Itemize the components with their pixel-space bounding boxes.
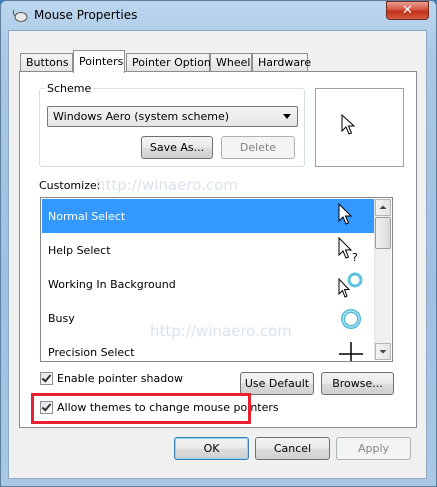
save-as-button[interactable]: Save As...	[141, 136, 213, 159]
annotation-highlight-box	[31, 393, 251, 424]
scheme-label: Scheme	[45, 82, 94, 95]
tab-buttons[interactable]: Buttons	[20, 53, 73, 72]
svg-text:?: ?	[352, 251, 358, 264]
tab-hardware[interactable]: Hardware	[252, 53, 311, 72]
scheme-dropdown-value: Windows Aero (system scheme)	[53, 110, 230, 123]
scheme-dropdown[interactable]: Windows Aero (system scheme)	[47, 106, 298, 127]
list-item-label: Busy	[48, 312, 75, 325]
list-item[interactable]: Help Select ?	[42, 233, 378, 267]
crosshair-cursor-icon	[339, 342, 363, 361]
title-bar[interactable]: Mouse Properties ✕	[0, 0, 435, 30]
list-item[interactable]: Busy	[42, 301, 378, 335]
use-default-button[interactable]: Use Default	[240, 372, 314, 395]
ok-button[interactable]: OK	[174, 437, 249, 460]
pointer-preview	[315, 88, 404, 167]
window-title: Mouse Properties	[34, 8, 138, 22]
cursor-list[interactable]: Normal Select Help Select ? Working In B…	[40, 197, 393, 362]
list-item-label: Working In Background	[48, 278, 176, 291]
customize-label: Customize:	[39, 179, 101, 192]
tab-wheel[interactable]: Wheel	[210, 53, 252, 72]
mouse-icon	[12, 9, 28, 22]
list-item-label: Precision Select	[48, 346, 135, 359]
chevron-up-icon	[379, 205, 387, 209]
list-item-label: Normal Select	[48, 210, 126, 223]
busy-cursor-icon	[341, 309, 361, 329]
list-item[interactable]: Normal Select	[42, 199, 378, 233]
browse-button[interactable]: Browse...	[321, 372, 394, 395]
apply-button[interactable]: Apply	[336, 437, 411, 460]
tab-pointer-options[interactable]: Pointer Options	[126, 53, 217, 72]
scroll-thumb[interactable]	[375, 217, 391, 249]
list-item-label: Help Select	[48, 244, 111, 257]
list-item[interactable]: Working In Background	[42, 267, 378, 301]
scroll-down-button[interactable]	[375, 343, 391, 360]
chevron-down-icon	[379, 350, 387, 354]
enable-pointer-shadow-checkbox[interactable]	[40, 372, 53, 385]
delete-button[interactable]: Delete	[221, 136, 295, 159]
arrow-cursor-icon	[338, 202, 353, 225]
list-item[interactable]: Precision Select	[42, 335, 378, 361]
chevron-down-icon	[283, 114, 291, 119]
tab-pointers[interactable]: Pointers	[73, 50, 125, 73]
help-cursor-icon: ?	[338, 236, 358, 264]
close-button[interactable]: ✕	[386, 1, 429, 20]
cancel-button[interactable]: Cancel	[255, 437, 330, 460]
working-cursor-icon	[338, 272, 363, 298]
enable-pointer-shadow-label: Enable pointer shadow	[57, 372, 183, 385]
arrow-cursor-icon	[341, 114, 356, 135]
scroll-up-button[interactable]	[375, 199, 391, 216]
list-scrollbar[interactable]	[374, 199, 391, 360]
